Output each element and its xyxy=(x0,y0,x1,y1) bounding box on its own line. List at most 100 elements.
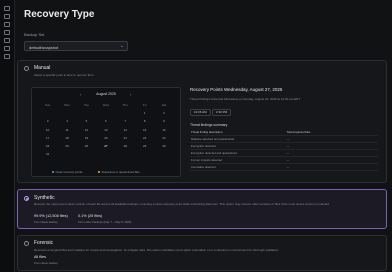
suspicious-dot-icon xyxy=(98,171,100,174)
calendar-day[interactable]: 28 xyxy=(116,144,135,148)
calendar-day[interactable]: 15 xyxy=(135,128,154,132)
calendar-week-row: 17 18 19 20 21 22 23 xyxy=(38,134,174,142)
synthetic-older-value: 0.1% (25 files) xyxy=(78,214,103,218)
table-header-row: Threat finding description Total impacte… xyxy=(190,129,378,136)
folder-icon[interactable] xyxy=(4,38,10,43)
clean-dot-icon xyxy=(52,171,54,174)
row-count: — xyxy=(286,144,290,148)
calendar-day[interactable]: 30 xyxy=(154,144,173,148)
calendar: ‹ August 2025 › Sun Mon Tue Wed Thu Fri Sat 1 2 3… xyxy=(31,87,181,177)
calendar-day[interactable]: 3 xyxy=(38,119,57,123)
grid-icon[interactable] xyxy=(4,14,10,19)
settings-icon[interactable] xyxy=(4,54,10,59)
calendar-grid: Sun Mon Tue Wed Thu Fri Sat 1 2 3 4 5 6 7 8 9 10 11 12 13 14… xyxy=(38,101,174,158)
weekday-label: Tue xyxy=(83,103,89,108)
calendar-day[interactable]: 29 xyxy=(135,144,154,148)
forensic-description: Recovers encrypted files and malware for… xyxy=(34,248,280,252)
legend-suspicious: Suspicious or quarantined files xyxy=(98,170,140,174)
row-description: Anomalies detected xyxy=(191,165,216,169)
calendar-day[interactable]: 23 xyxy=(154,136,173,140)
forensic-radio[interactable] xyxy=(24,241,29,246)
calendar-week-row: 3456789 xyxy=(38,117,174,125)
calendar-day[interactable]: 25 xyxy=(57,144,76,148)
summary-title: Threat findings summary xyxy=(190,123,228,127)
calendar-day[interactable]: 12 xyxy=(77,128,96,132)
table-row: Malware detected and quarantined — xyxy=(190,136,378,143)
chevron-down-icon: ⌄ xyxy=(119,43,124,49)
synthetic-older-label: From older backups (May 7 – May 8, 2025) xyxy=(78,220,132,224)
weekday-label: Sat xyxy=(161,103,167,108)
weekday-label: Sun xyxy=(45,103,51,108)
column-header: Total impacted files xyxy=(286,130,311,134)
manual-description: Select a specific point in time to recov… xyxy=(34,73,95,77)
calendar-day[interactable]: 8 xyxy=(135,119,154,123)
file-icon[interactable] xyxy=(4,46,10,51)
home-icon[interactable] xyxy=(4,6,10,11)
calendar-day[interactable]: 2 xyxy=(154,111,173,115)
calendar-day[interactable]: 7 xyxy=(116,119,135,123)
recovery-points-title: Recovery Points Wednesday, August 27, 20… xyxy=(190,87,283,92)
synthetic-option-card[interactable]: Synthetic Recover the most recent clean … xyxy=(17,189,387,229)
row-description: Former impacts detected xyxy=(191,158,222,162)
calendar-day[interactable]: 24 xyxy=(38,144,57,148)
synthetic-description: Recover the most recent clean version of… xyxy=(34,202,330,206)
calendar-day[interactable]: 10 xyxy=(38,128,57,132)
calendar-day[interactable]: 19 xyxy=(77,136,96,140)
calendar-month: August 2025 xyxy=(96,92,116,96)
calendar-day[interactable]: 9 xyxy=(154,119,173,123)
calendar-day[interactable]: 31 xyxy=(38,152,57,156)
calendar-week-row: 24 25 26 27 28 29 30 xyxy=(38,142,174,150)
table-row: Encryption detected and quarantined — xyxy=(190,150,378,157)
next-month-button[interactable]: › xyxy=(130,92,131,97)
calendar-day[interactable]: 26 xyxy=(77,144,96,148)
calendar-day[interactable]: 11 xyxy=(57,128,76,132)
calendar-day[interactable]: 18 xyxy=(57,136,76,140)
forensic-label: From latest backup xyxy=(34,261,58,265)
forensic-option-card[interactable]: Forensic Recovers encrypted files and ma… xyxy=(17,235,387,271)
calendar-day[interactable]: 22 xyxy=(135,136,154,140)
calendar-day[interactable]: 1 xyxy=(135,111,154,115)
weekday-label: Thu xyxy=(122,103,128,108)
calendar-day[interactable]: 27 xyxy=(96,142,115,149)
synthetic-latest-value: 99.9% (12,508 files) xyxy=(34,214,68,218)
list-icon[interactable] xyxy=(4,22,10,27)
manual-title: Manual xyxy=(34,65,51,71)
weekday-label: Wed xyxy=(102,103,109,108)
forensic-value: All files xyxy=(34,255,47,259)
calendar-day[interactable]: 21 xyxy=(116,136,135,140)
synthetic-title: Synthetic xyxy=(34,195,55,201)
page-title: Recovery Type xyxy=(24,9,95,20)
table-row: Former impacts detected — xyxy=(190,157,378,164)
recovery-points-subtitle: Threat findings since last full backup o… xyxy=(190,97,301,101)
time-chip[interactable]: 10:26 AM xyxy=(190,109,211,116)
weekday-label: Fri xyxy=(142,103,147,108)
backup-set-select[interactable]: default/snapshot ⌄ xyxy=(24,41,128,51)
side-rail xyxy=(0,0,15,272)
summary-table: Threat finding description Total impacte… xyxy=(190,129,378,171)
row-description: Malware detected and quarantined xyxy=(191,137,235,141)
legend-clean-label: Clean recovery points xyxy=(55,170,83,174)
column-header: Threat finding description xyxy=(191,130,223,134)
synthetic-latest-label: From latest backup xyxy=(34,220,58,224)
forensic-title: Forensic xyxy=(34,240,54,246)
calendar-day[interactable]: 20 xyxy=(96,136,115,140)
weekday-label: Mon xyxy=(64,103,70,108)
row-count: — xyxy=(286,151,290,155)
shield-icon[interactable] xyxy=(4,30,10,35)
calendar-day[interactable]: 14 xyxy=(116,128,135,132)
calendar-week-row: 31 xyxy=(38,150,174,158)
backup-set-label: Backup Set xyxy=(24,32,45,37)
manual-radio[interactable] xyxy=(24,66,29,71)
row-count: — xyxy=(286,137,290,141)
legend-clean: Clean recovery points xyxy=(52,170,83,174)
synthetic-radio[interactable] xyxy=(24,196,29,201)
legend-suspicious-label: Suspicious or quarantined files xyxy=(101,170,140,174)
calendar-day[interactable]: 16 xyxy=(154,128,173,132)
row-description: Encryption detected xyxy=(191,144,216,148)
calendar-day[interactable]: 5 xyxy=(77,119,96,123)
calendar-day[interactable]: 6 xyxy=(96,119,115,123)
time-chip[interactable]: 2:30 PM xyxy=(212,109,232,116)
calendar-day[interactable]: 13 xyxy=(96,128,115,132)
calendar-day[interactable]: 17 xyxy=(38,136,57,140)
calendar-day[interactable]: 4 xyxy=(57,119,76,123)
